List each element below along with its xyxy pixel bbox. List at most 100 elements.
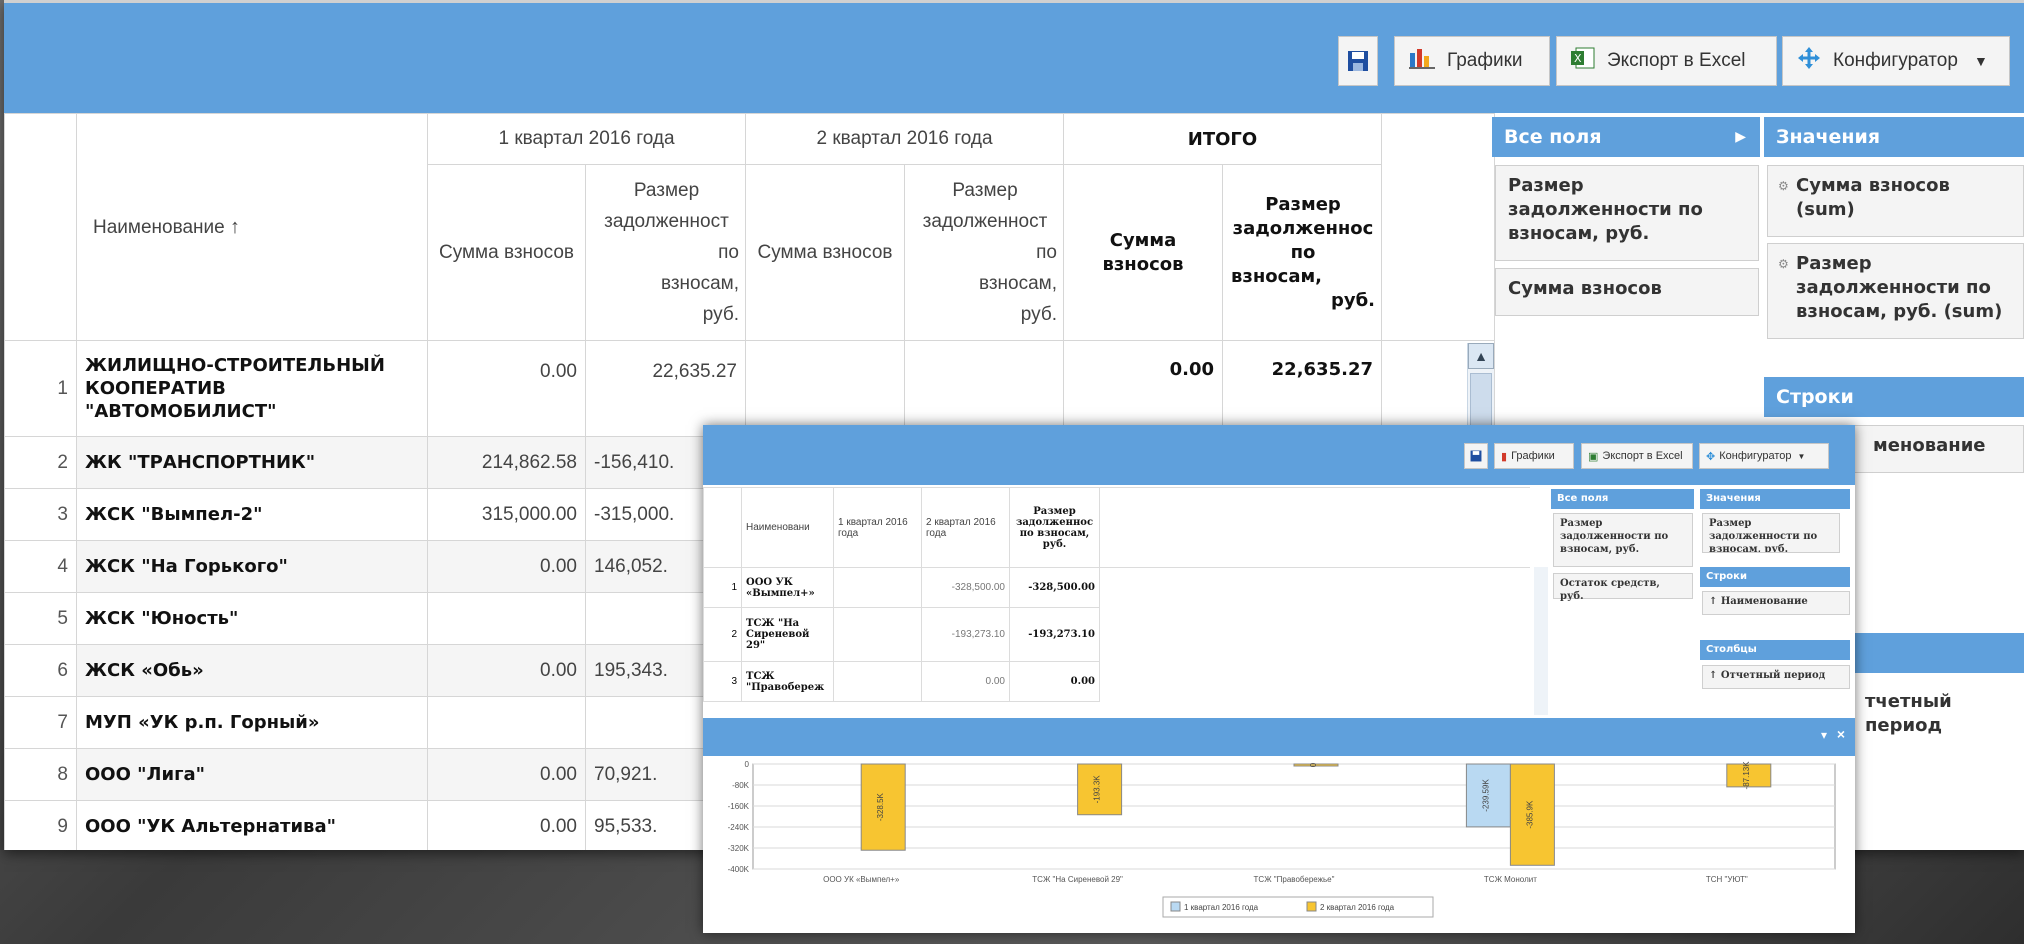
debt-header-line: Размер <box>1265 193 1341 215</box>
total-debt-header[interactable]: Размер задолженнос по взносам, руб. <box>1222 164 1382 341</box>
chart-overlay-window: ▮ Графики ▣ Экспорт в Excel ✥ Конфигуратор ▼… <box>703 425 1855 933</box>
legend-label: 2 квартал 2016 года <box>1320 903 1395 912</box>
y-tick-label: -320K <box>728 844 750 853</box>
table-row[interactable]: 3 ТСЖ "Правобереж 0.00 0.00 <box>703 661 1530 702</box>
bar-chart: 0 -80K -160K -240K -320K -400K ООО УК «Вымпел+… <box>728 760 1836 918</box>
table-row[interactable]: 1 ЖИЛИЩНО-СТРОИТЕЛЬНЫЙ КООПЕРАТИВ "АВТОМ… <box>4 340 1495 437</box>
floppy-disk-icon <box>1470 450 1482 462</box>
debt-header-line: Размер <box>633 180 700 201</box>
column-field-item[interactable]: ↑ Отчетный период <box>1702 665 1850 689</box>
table-row[interactable]: 2 ТСЖ "На Сиреневой 29" -193,273.10 -193… <box>703 607 1530 662</box>
q2-sum-header[interactable]: Сумма взносов <box>745 164 905 341</box>
value-item[interactable]: ⚙ Размер задолженности по взносам, руб. … <box>1767 243 2024 339</box>
table-row[interactable]: 1 ООО УК «Вымпел+» -328,500.00 -328,500.… <box>703 567 1530 608</box>
minimize-icon[interactable]: ▾ <box>1821 728 1827 742</box>
all-fields-header[interactable]: Все поля <box>1551 489 1694 509</box>
q1-sum-header[interactable]: Сумма взносов <box>427 164 586 341</box>
configurator-button[interactable]: ✥ Конфигуратор ▼ <box>1699 443 1829 469</box>
row-name: ЖСК "Вымпел-2" <box>76 488 428 541</box>
debt-header-line: взносам, <box>1231 265 1323 287</box>
debt-header[interactable]: Размер задолженнос по взносам, руб. <box>1009 487 1100 568</box>
x-tick-label: ТСЖ Монолит <box>1484 875 1537 884</box>
row-name: ЖИЛИЩНО-СТРОИТЕЛЬНЫЙ КООПЕРАТИВ "АВТОМОБ… <box>76 340 428 437</box>
scroll-up-icon[interactable]: ▲ <box>1468 343 1494 369</box>
q1-debt-header[interactable]: Размер задолженност по взносам, руб. <box>585 164 746 341</box>
columns-header: Столбцы <box>1700 640 1850 660</box>
total-header[interactable]: ИТОГО <box>1063 113 1382 165</box>
save-button[interactable] <box>1338 36 1378 86</box>
caret-right-icon: ▶ <box>1735 129 1746 145</box>
y-tick-label: -400K <box>728 865 750 874</box>
debt-header-line: по <box>1036 242 1057 263</box>
debt-header-line: взносам, <box>978 273 1057 294</box>
debt-header-line: руб. <box>702 304 739 325</box>
row-name: ЖК "ТРАНСПОРТНИК" <box>76 436 428 489</box>
sum-header-label: Сумма взносов <box>438 242 574 263</box>
x-tick-label: ТСЖ "Правобережье" <box>1254 875 1335 884</box>
excel-icon: ▣ <box>1588 450 1599 463</box>
data-label: 0 <box>1309 762 1318 767</box>
name-column-header[interactable]: Наименование ↑ <box>76 113 428 341</box>
q1-header[interactable]: 1 квартал 2016 года <box>427 113 746 165</box>
field-item[interactable]: Остаток средств, руб. <box>1553 573 1693 602</box>
debt-header-line: руб. <box>1020 304 1057 325</box>
legend-swatch <box>1306 901 1317 912</box>
debt-header-line: Размер <box>952 180 1018 201</box>
overlay-scrollbar[interactable] <box>1534 567 1548 715</box>
charts-label: Графики <box>1447 50 1523 71</box>
row-name: ЖСК "Юность" <box>76 592 428 645</box>
field-item[interactable]: Сумма взносов <box>1495 268 1759 316</box>
configurator-label: Конфигуратор <box>1833 50 1958 71</box>
rows-header: Строки <box>1764 377 2024 417</box>
plot-frame <box>752 763 1836 870</box>
q2-header[interactable]: 2 квартал 2016 года <box>921 487 1010 568</box>
y-tick-label: -80K <box>732 781 750 790</box>
bar-chart-icon <box>1409 47 1435 75</box>
y-tick-label: 0 <box>745 760 750 769</box>
q2-debt-header[interactable]: Размер задолженност по взносам, руб. <box>904 164 1064 341</box>
charts-button[interactable]: ▮ Графики <box>1494 443 1574 469</box>
data-label: -193.3K <box>1093 775 1102 804</box>
row-field-item[interactable]: ↑ Наименование <box>1702 591 1850 615</box>
field-item[interactable]: Размер задолженности по взносам, руб. <box>1553 513 1693 567</box>
sort-asc-icon: ↑ <box>230 215 240 238</box>
value-item[interactable]: ⚙ Сумма взносов (sum) <box>1767 165 2024 237</box>
field-item[interactable]: Размер задолженности по взносам, руб. <box>1495 165 1759 261</box>
values-header: Значения <box>1764 117 2024 157</box>
row-name: ООО "Лига" <box>76 748 428 801</box>
svg-text:X: X <box>1574 52 1582 65</box>
export-excel-button[interactable]: ▣ Экспорт в Excel <box>1581 443 1693 469</box>
q1-header[interactable]: 1 квартал 2016 года <box>833 487 922 568</box>
x-tick-label: ТСЖ "На Сиреневой 29" <box>1032 875 1123 884</box>
y-tick-label: -160K <box>728 802 750 811</box>
total-sum-header[interactable]: Сумма взносов <box>1063 164 1223 341</box>
export-excel-button[interactable]: X Экспорт в Excel <box>1556 36 1777 86</box>
name-column-header[interactable]: Наименовани <box>741 487 834 568</box>
row-name: МУП «УК р.п. Горный» <box>76 696 428 749</box>
overlay-toolbar: ▮ Графики ▣ Экспорт в Excel ✥ Конфигуратор ▼ <box>703 425 1855 485</box>
debt-header-line: по <box>718 242 739 263</box>
charts-button[interactable]: Графики <box>1394 36 1550 86</box>
chevron-down-icon: ▼ <box>1797 451 1806 461</box>
debt-header-line: задолженнос <box>1232 217 1374 239</box>
top-toolbar: Графики X Экспорт в Excel Конфигуратор ▼ <box>4 0 2024 113</box>
close-icon[interactable]: × <box>1837 726 1845 742</box>
save-button[interactable] <box>1464 443 1488 469</box>
move-arrows-icon <box>1797 46 1821 76</box>
q2-header[interactable]: 2 квартал 2016 года <box>745 113 1064 165</box>
gear-icon: ⚙ <box>1778 179 1789 193</box>
row-name: ЖСК «Обь» <box>76 644 428 697</box>
chart-area: 0 -80K -160K -240K -320K -400K ООО УК «Вымпел+… <box>703 756 1855 933</box>
chart-panel-header: ▾ × <box>703 718 1855 756</box>
chevron-down-icon: ▼ <box>1973 53 1988 69</box>
legend-swatch <box>1170 901 1181 912</box>
excel-icon: X <box>1571 47 1595 75</box>
x-tick-label: ООО УК «Вымпел+» <box>823 875 900 884</box>
value-item[interactable]: Размер задолженности по взносам, руб. <box>1702 513 1840 553</box>
export-excel-label: Экспорт в Excel <box>1607 50 1746 71</box>
bar-chart-icon: ▮ <box>1501 450 1508 463</box>
all-fields-header[interactable]: Все поля ▶ <box>1492 117 1760 157</box>
gear-icon: ⚙ <box>1778 257 1789 271</box>
data-label: -239.59K <box>1481 779 1490 812</box>
configurator-button[interactable]: Конфигуратор ▼ <box>1782 36 2010 86</box>
